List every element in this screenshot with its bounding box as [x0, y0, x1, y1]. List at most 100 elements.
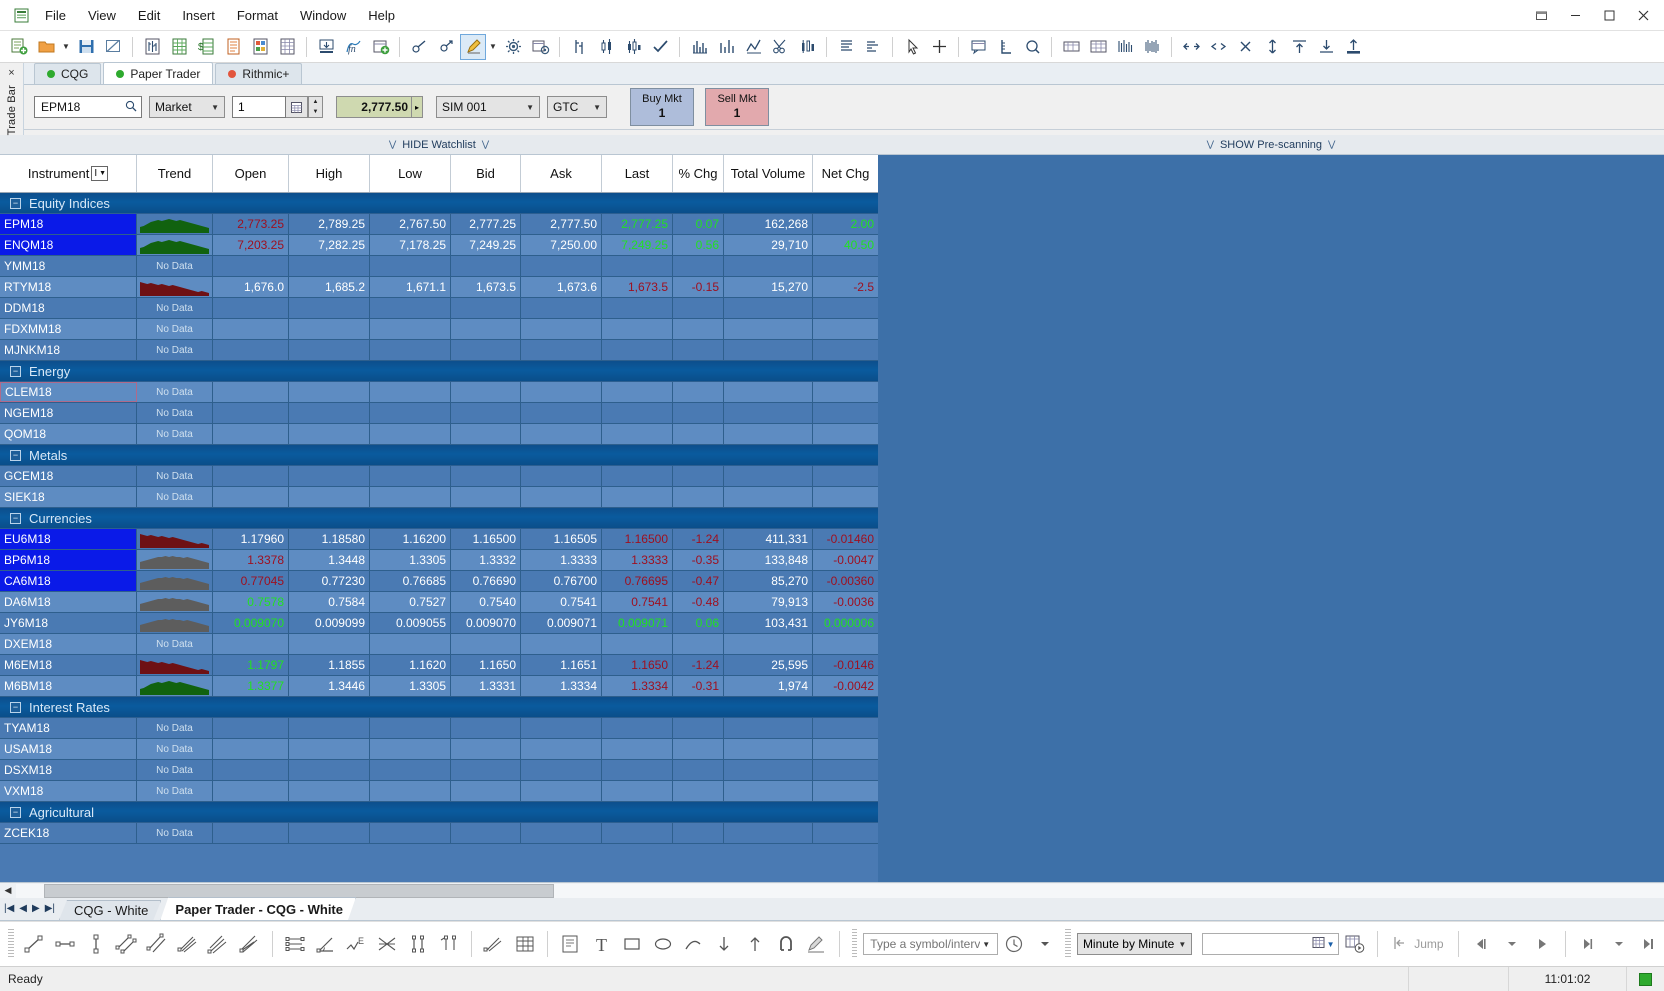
- jump-control[interactable]: Jump: [1386, 935, 1449, 954]
- histogram-alt-icon[interactable]: [713, 34, 739, 60]
- symbol-interval-input[interactable]: [868, 936, 983, 952]
- dollar-grid-icon[interactable]: $: [193, 34, 219, 60]
- column-header-low[interactable]: Low: [370, 155, 451, 193]
- watchlist-group-header[interactable]: − Currencies: [0, 508, 878, 530]
- symbol-interval-input-wrapper[interactable]: ▼: [863, 933, 998, 955]
- toolbar-grip-3[interactable]: [1065, 929, 1071, 959]
- table-row[interactable]: DXEM18 No Data: [0, 634, 878, 656]
- ellipse-icon[interactable]: [648, 927, 677, 961]
- instrument-cell[interactable]: JY6M18: [0, 613, 137, 634]
- instrument-cell[interactable]: M6EM18: [0, 655, 137, 676]
- spinner-down-icon[interactable]: ▼: [309, 107, 322, 117]
- table-row[interactable]: M6BM18 1.3377 1.3446 1.3305 1.3331 1.3334 1.33…: [0, 676, 878, 698]
- expand-horizontal-icon[interactable]: [1205, 34, 1231, 60]
- instrument-cell[interactable]: ENQM18: [0, 235, 137, 256]
- restore-icon[interactable]: [1524, 3, 1558, 29]
- table-row[interactable]: M6EM18 1.1797 1.1855 1.1620 1.1650 1.1651 1.16…: [0, 655, 878, 677]
- column-header-open[interactable]: Open: [213, 155, 289, 193]
- table-row[interactable]: JY6M18 0.009070 0.009099 0.009055 0.009070 0.…: [0, 613, 878, 635]
- symbol-search-icon[interactable]: [125, 100, 137, 115]
- skip-forward-icon[interactable]: [1574, 927, 1603, 961]
- account-tab-cqg[interactable]: CQG: [34, 63, 102, 84]
- bar-replay-icon[interactable]: [794, 34, 820, 60]
- instrument-cell[interactable]: MJNKM18: [0, 340, 137, 361]
- watchlist-group-header[interactable]: − Equity Indices: [0, 193, 878, 215]
- horizontal-line-icon[interactable]: [50, 927, 79, 961]
- column-header-last[interactable]: Last: [602, 155, 673, 193]
- instrument-cell[interactable]: M6BM18: [0, 676, 137, 697]
- instrument-cell[interactable]: ZCEK18: [0, 823, 137, 844]
- bar-chart-icon[interactable]: [566, 34, 592, 60]
- table-row[interactable]: ENQM18 7,203.25 7,282.25 7,178.25 7,249.25 7,…: [0, 235, 878, 257]
- scroll-thumb[interactable]: [44, 883, 554, 898]
- watchlist-group-header[interactable]: − Interest Rates: [0, 697, 878, 719]
- table-row[interactable]: RTYM18 1,676.0 1,685.2 1,671.1 1,673.5 1,673.…: [0, 277, 878, 299]
- order-ticket-alt-icon[interactable]: [433, 34, 459, 60]
- hide-watchlist-toggle[interactable]: ⋁ HIDE Watchlist ⋁: [0, 135, 878, 154]
- close-icon[interactable]: [1626, 3, 1660, 29]
- group-collapse-icon[interactable]: −: [10, 197, 21, 209]
- instrument-cell[interactable]: EU6M18: [0, 529, 137, 550]
- watchlist-group-header[interactable]: − Agricultural: [0, 802, 878, 824]
- instrument-cell[interactable]: QOM18: [0, 424, 137, 445]
- column-header-total-volume[interactable]: Total Volume: [724, 155, 813, 193]
- align-top-icon[interactable]: [1286, 34, 1312, 60]
- menu-view[interactable]: View: [77, 0, 127, 31]
- group-collapse-icon[interactable]: −: [10, 512, 21, 524]
- angle-measure-icon[interactable]: [311, 927, 340, 961]
- table-row[interactable]: DDM18 No Data: [0, 298, 878, 320]
- calendar-icon[interactable]: [1312, 936, 1325, 952]
- column-header-net-chg[interactable]: Net Chg: [813, 155, 878, 192]
- table-row[interactable]: USAM18 No Data: [0, 739, 878, 761]
- maximize-icon[interactable]: [1592, 3, 1626, 29]
- menu-edit[interactable]: Edit: [127, 0, 171, 31]
- table-row[interactable]: SIEK18 No Data: [0, 487, 878, 509]
- instrument-cell[interactable]: EPM18: [0, 214, 137, 235]
- close-x-icon[interactable]: [1232, 34, 1258, 60]
- toolbar-grip-2[interactable]: [851, 929, 858, 959]
- group-collapse-icon[interactable]: −: [10, 449, 21, 461]
- date-range-input[interactable]: ▼: [1202, 933, 1339, 955]
- table-row[interactable]: FDXMM18 No Data: [0, 319, 878, 341]
- table-row[interactable]: DSXM18 No Data: [0, 760, 878, 782]
- account-tab-paper-trader[interactable]: Paper Trader: [103, 62, 214, 84]
- menu-help[interactable]: Help: [357, 0, 406, 31]
- table-row[interactable]: DA6M18 0.7578 0.7584 0.7527 0.7540 0.7541 0.75…: [0, 592, 878, 614]
- trend-lines-icon[interactable]: [740, 34, 766, 60]
- show-prescanning-toggle[interactable]: ⋁ SHOW Pre-scanning ⋁: [878, 135, 1664, 154]
- histogram-icon[interactable]: [686, 34, 712, 60]
- instrument-cell[interactable]: DDM18: [0, 298, 137, 319]
- function-icon[interactable]: fn: [340, 34, 366, 60]
- group-collapse-icon[interactable]: −: [10, 701, 21, 713]
- save-icon[interactable]: [73, 34, 99, 60]
- table-row[interactable]: TYAM18 No Data: [0, 718, 878, 740]
- instrument-cell[interactable]: TYAM18: [0, 718, 137, 739]
- pitchfork-icon[interactable]: [373, 927, 402, 961]
- menu-insert[interactable]: Insert: [171, 0, 226, 31]
- go-to-end-icon[interactable]: [1635, 927, 1664, 961]
- chart-tab-paper-trader-cqg-white[interactable]: Paper Trader - CQG - White: [160, 897, 356, 920]
- parallel-channel-alt-icon[interactable]: [143, 927, 172, 961]
- order-type-select[interactable]: Market ▼: [149, 96, 225, 118]
- step-back-icon[interactable]: [1466, 927, 1495, 961]
- instrument-filter-dropdown[interactable]: I ▼: [91, 166, 109, 182]
- tif-select[interactable]: GTC ▼: [547, 96, 607, 118]
- new-document-icon[interactable]: [6, 34, 32, 60]
- instrument-cell[interactable]: NGEM18: [0, 403, 137, 424]
- arrow-up-icon[interactable]: [740, 927, 769, 961]
- watchlist-group-header[interactable]: − Energy: [0, 361, 878, 383]
- open-dropdown-caret-icon[interactable]: ▼: [60, 34, 72, 60]
- quantity-stepper[interactable]: 1 ▲ ▼: [232, 96, 323, 118]
- arc-icon[interactable]: [679, 927, 708, 961]
- chart-pane[interactable]: [878, 155, 1664, 882]
- magnifier-icon[interactable]: [1019, 34, 1045, 60]
- grid-view-icon[interactable]: [1085, 34, 1111, 60]
- vertical-pair-icon[interactable]: [403, 927, 432, 961]
- settings-gear-icon[interactable]: [500, 34, 526, 60]
- chart-bars-icon[interactable]: [139, 34, 165, 60]
- instrument-cell[interactable]: BP6M18: [0, 550, 137, 571]
- save-disabled-icon[interactable]: [100, 34, 126, 60]
- group-collapse-icon[interactable]: −: [10, 806, 21, 818]
- menu-window[interactable]: Window: [289, 0, 357, 31]
- note-icon[interactable]: [556, 927, 585, 961]
